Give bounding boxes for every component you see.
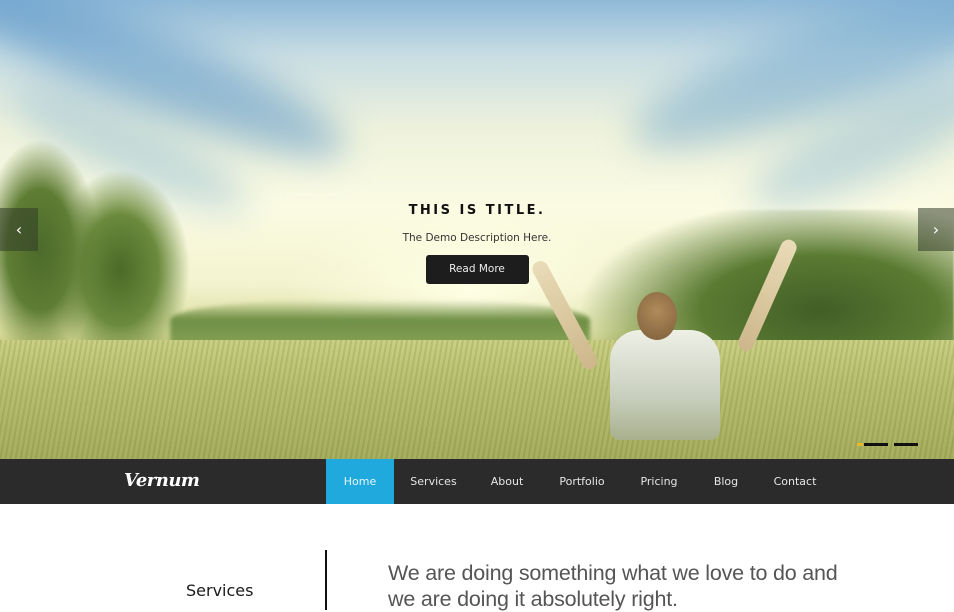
read-more-button[interactable]: Read More [425,255,529,284]
hero-slider: THIS IS TITLE. The Demo Description Here… [0,0,954,459]
slider-indicator[interactable] [864,443,888,446]
wheat-field [0,340,954,459]
nav-menu: Home Services About Portfolio Pricing Bl… [326,459,833,504]
main-navbar: Vernum Home Services About Portfolio Pri… [0,459,954,504]
intro-section: Services We are doing something what we … [0,504,954,611]
chevron-left-icon: ‹ [15,220,23,239]
nav-item-contact[interactable]: Contact [757,459,833,504]
person-head [637,292,677,340]
nav-item-portfolio[interactable]: Portfolio [541,459,623,504]
section-label: Services [186,581,254,600]
hero-caption: THIS IS TITLE. The Demo Description Here… [0,200,954,284]
nav-item-services[interactable]: Services [394,459,473,504]
person-torso [610,330,720,440]
slider-next-button[interactable]: › [918,208,954,251]
nav-item-home[interactable]: Home [326,459,394,504]
slider-indicators [857,443,918,447]
intro-headline: We are doing something what we love to d… [388,561,838,611]
slider-indicator-active[interactable] [857,443,863,446]
nav-item-blog[interactable]: Blog [695,459,757,504]
chevron-right-icon: › [932,220,940,239]
site-logo[interactable]: Vernum [124,467,200,495]
hero-title: THIS IS TITLE. [408,203,546,218]
nav-item-about[interactable]: About [473,459,541,504]
slider-prev-button[interactable]: ‹ [0,208,38,251]
nav-item-pricing[interactable]: Pricing [623,459,695,504]
hero-description: The Demo Description Here. [402,232,552,244]
vertical-divider [325,550,327,610]
slider-indicator[interactable] [894,443,918,446]
